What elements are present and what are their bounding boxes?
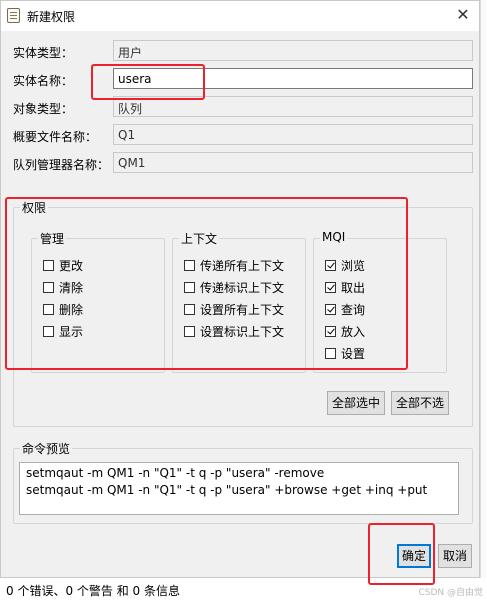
- entity-type-label: 实体类型：: [13, 46, 74, 60]
- window-title: 新建权限: [27, 10, 76, 24]
- object-type-label: 对象类型：: [13, 102, 74, 116]
- entity-name-label: 实体名称：: [13, 74, 74, 88]
- highlight-box-permissions: [5, 197, 408, 370]
- profile-name-field: Q1: [113, 124, 473, 145]
- profile-name-label: 概要文件名称：: [13, 130, 98, 144]
- document-icon: [7, 8, 20, 23]
- new-permission-dialog: 新建权限 ✕ 实体类型： 用户 实体名称： usera 对象类型： 队列 概要文…: [0, 0, 480, 585]
- command-preview-text[interactable]: setmqaut -m QM1 -n "Q1" -t q -p "usera" …: [19, 462, 459, 515]
- qmgr-name-label: 队列管理器名称：: [13, 158, 110, 172]
- command-preview-title: 命令预览: [20, 440, 73, 457]
- watermark: CSDN @自由觉: [418, 588, 483, 598]
- highlight-box-ok: [368, 523, 435, 585]
- background-window-edge: [480, 0, 487, 578]
- title-bar[interactable]: 新建权限 ✕: [1, 1, 479, 31]
- deselect-all-button[interactable]: 全部不选: [391, 391, 449, 415]
- highlight-box-entity-name: [91, 64, 205, 100]
- command-line: setmqaut -m QM1 -n "Q1" -t q -p "usera" …: [26, 466, 325, 480]
- qmgr-name-field: QM1: [113, 152, 473, 173]
- select-all-button[interactable]: 全部选中: [327, 391, 385, 415]
- status-bar-text: 0 个错误、0 个警告 和 0 条信息: [6, 584, 180, 598]
- command-line: setmqaut -m QM1 -n "Q1" -t q -p "usera" …: [26, 483, 428, 497]
- cancel-button[interactable]: 取消: [438, 544, 472, 568]
- entity-type-field: 用户: [113, 40, 473, 61]
- close-button[interactable]: ✕: [451, 4, 475, 26]
